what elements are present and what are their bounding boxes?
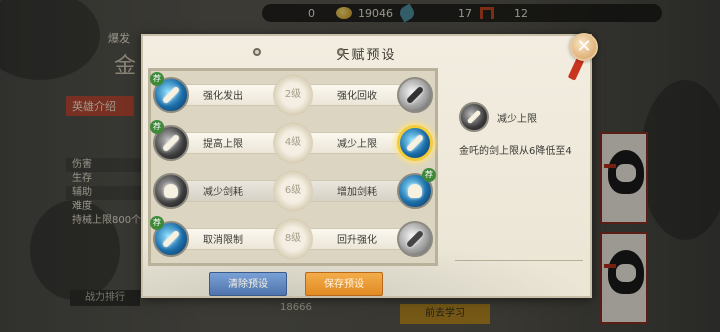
level-badge: 6级 [273, 170, 313, 212]
helmet-skill-icon[interactable] [153, 173, 189, 209]
talent-right-label[interactable]: 减少上限 [337, 135, 377, 150]
talent-left-label[interactable]: 强化发出 [203, 87, 243, 102]
talent-grid: 荐 强化发出 2级 强化回收 荐 提高上限 4级 减少上限 减少剑耗 6级 增加… [148, 68, 438, 266]
close-button[interactable]: ✕ [570, 33, 598, 61]
clear-preset-button[interactable]: 清除预设 [209, 272, 287, 296]
dialog-title: 天赋预设 [336, 48, 397, 63]
level-badge: 8级 [273, 218, 313, 260]
talent-right-label[interactable]: 回升强化 [337, 231, 377, 246]
detail-description: 金吒的剑上限从6降低至4 [459, 146, 572, 157]
divider [455, 260, 583, 261]
talent-right-label[interactable]: 强化回收 [337, 87, 377, 102]
talent-left-label[interactable]: 减少剑耗 [203, 183, 243, 198]
talent-detail-panel: 减少上限 金吒的剑上限从6降低至4 [459, 102, 579, 160]
sword-skill-icon[interactable] [397, 221, 433, 257]
talent-row: 荐 提高上限 4级 减少上限 [150, 120, 433, 164]
recommend-badge: 荐 [150, 120, 164, 134]
selected-skill-icon [459, 102, 489, 132]
save-preset-button[interactable]: 保存预设 [305, 272, 383, 296]
talent-row: 减少剑耗 6级 增加剑耗 荐 [153, 168, 436, 212]
selected-sword-skill-icon[interactable] [397, 125, 433, 161]
talent-preset-dialog: 天赋预设 荐 强化发出 2级 强化回收 荐 提高上限 4级 减少上限 减少剑耗 [141, 34, 592, 298]
talent-left-label[interactable]: 取消限制 [203, 231, 243, 246]
recommend-badge: 荐 [422, 168, 436, 182]
detail-skill-name: 减少上限 [497, 113, 537, 125]
level-badge: 4级 [273, 122, 313, 164]
sword-skill-icon[interactable] [397, 77, 433, 113]
talent-left-label[interactable]: 提高上限 [203, 135, 243, 150]
recommend-badge: 荐 [150, 216, 164, 230]
recommend-badge: 荐 [150, 72, 164, 86]
talent-right-label[interactable]: 增加剑耗 [337, 183, 377, 198]
talent-row: 荐 强化发出 2级 强化回收 [150, 72, 433, 116]
title-ornament-right [337, 48, 345, 56]
level-badge: 2级 [273, 74, 313, 116]
talent-row: 荐 取消限制 8级 回升强化 [150, 216, 433, 260]
